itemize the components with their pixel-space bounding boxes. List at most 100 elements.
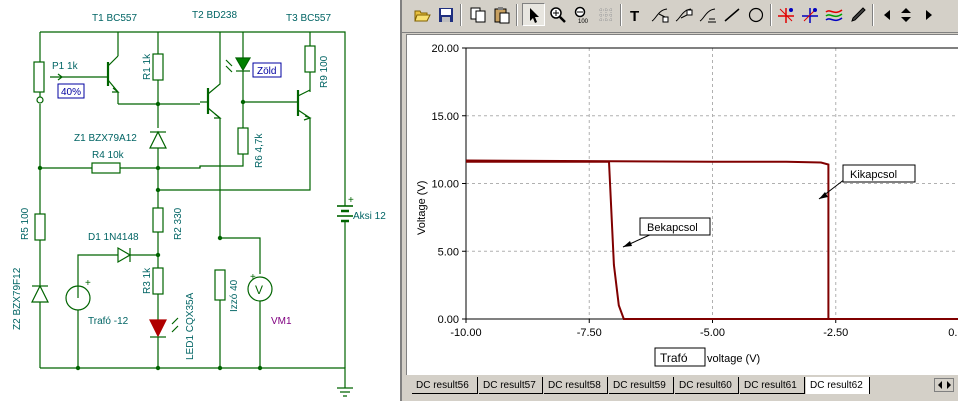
y-tick-label: 15.00 bbox=[431, 111, 459, 123]
tab-scroll-buttons[interactable] bbox=[934, 378, 954, 392]
label-d1: D1 1N4148 bbox=[88, 232, 139, 243]
analysis-window: 100 T -10.00 -7.50 -5.00 -2.50 0. 0.00 5… bbox=[402, 0, 958, 401]
text-icon: T bbox=[630, 8, 639, 24]
label-battery: Aksi 12 bbox=[353, 211, 386, 222]
grid-icon bbox=[599, 8, 613, 22]
label-r4: R4 10k bbox=[92, 150, 125, 161]
text-button[interactable]: T bbox=[624, 3, 647, 26]
plot-panel[interactable]: -10.00 -7.50 -5.00 -2.50 0.00 0.00 5.00 10.00 15… bbox=[406, 34, 958, 375]
marker-b-button[interactable] bbox=[798, 3, 821, 26]
label-source: Trafó -12 bbox=[88, 316, 129, 327]
cursor-c-button[interactable] bbox=[696, 3, 719, 26]
marker-b-icon bbox=[802, 8, 818, 23]
meter-plus-label: + bbox=[250, 272, 256, 283]
x-tick-label: -10.00 bbox=[450, 327, 481, 339]
tab-dc-result56[interactable]: DC result56 bbox=[412, 377, 478, 394]
tab-dc-result60[interactable]: DC result60 bbox=[675, 377, 739, 394]
tab-dc-result58[interactable]: DC result58 bbox=[544, 377, 608, 394]
label-p1: P1 1k bbox=[52, 61, 79, 72]
pen-button[interactable] bbox=[846, 3, 869, 26]
x-axis-unit-label: voltage (V) bbox=[707, 353, 760, 365]
cursor-c-icon bbox=[699, 8, 716, 23]
cursor-a-icon bbox=[651, 8, 669, 23]
annotation-kikapcsol[interactable]: Kikapcsol bbox=[818, 164, 916, 200]
pen-icon bbox=[851, 7, 866, 22]
tab-dc-result59[interactable]: DC result59 bbox=[609, 377, 674, 394]
curves-icon bbox=[825, 9, 843, 22]
circle-icon bbox=[748, 7, 764, 23]
label-r9: R9 100 bbox=[319, 55, 330, 88]
label-led1: LED1 CQX35A bbox=[185, 292, 196, 360]
y-tick-label: 20.00 bbox=[431, 43, 459, 55]
toolbar-separator bbox=[460, 4, 462, 26]
y-tick-label: 0.00 bbox=[438, 314, 459, 326]
label-z2: Z2 BZX79F12 bbox=[12, 267, 23, 330]
circuit-schematic: T1 BC557 T2 BD238 T3 BC557 P1 1k R1 1k R… bbox=[12, 10, 386, 397]
x-tick-label: -2.50 bbox=[823, 327, 848, 339]
label-t3: T3 BC557 bbox=[286, 13, 331, 24]
x-tick-label: -7.50 bbox=[577, 327, 602, 339]
zoom-100-icon: 100 bbox=[574, 6, 589, 24]
label-r6: R6 4,7k bbox=[254, 133, 265, 168]
arrow-updown-button[interactable] bbox=[894, 3, 917, 26]
annotation-kikapcsol-label: Kikapcsol bbox=[850, 169, 897, 181]
label-z1: Z1 BZX79A12 bbox=[74, 133, 137, 144]
tab-dc-result62[interactable]: DC result62 bbox=[806, 377, 870, 394]
zoom-in-button[interactable] bbox=[546, 3, 569, 26]
toolbar-separator bbox=[770, 4, 772, 26]
toolbar: 100 T bbox=[402, 0, 958, 33]
x-tick-label: 0.00 bbox=[948, 327, 958, 339]
grid-button[interactable] bbox=[594, 3, 617, 26]
x-tick-label: -5.00 bbox=[700, 327, 725, 339]
paste-icon bbox=[494, 7, 510, 24]
y-tick-label: 10.00 bbox=[431, 179, 459, 191]
toolbar-separator bbox=[620, 4, 622, 26]
x-axis-source-label: Trafó bbox=[660, 351, 688, 365]
open-icon bbox=[414, 10, 431, 22]
y-tick-label: 5.00 bbox=[438, 246, 459, 258]
marker-a-button[interactable] bbox=[774, 3, 797, 26]
save-icon bbox=[439, 8, 453, 22]
tab-dc-result61[interactable]: DC result61 bbox=[740, 377, 805, 394]
label-t2: T2 BD238 bbox=[192, 10, 237, 21]
pointer-icon bbox=[530, 8, 539, 23]
label-r2: R2 330 bbox=[173, 207, 184, 240]
curves-button[interactable] bbox=[822, 3, 845, 26]
zoom-in-icon bbox=[550, 7, 566, 23]
line-icon bbox=[724, 8, 740, 22]
pointer-button[interactable] bbox=[522, 3, 545, 26]
save-button[interactable] bbox=[434, 3, 457, 26]
label-lamp: Izzó 40 bbox=[229, 279, 240, 312]
open-button[interactable] bbox=[410, 3, 433, 26]
copy-button[interactable] bbox=[466, 3, 489, 26]
cursor-a-button[interactable] bbox=[648, 3, 671, 26]
annotation-bekapcsol[interactable]: Bekapcsol bbox=[622, 217, 711, 248]
annotation-bekapcsol-label: Bekapcsol bbox=[647, 222, 698, 234]
chart-ticks: -10.00 -7.50 -5.00 -2.50 0.00 0.00 5.00 10.00 15… bbox=[431, 43, 958, 339]
svg-text:100: 100 bbox=[578, 19, 589, 24]
tab-dc-result57[interactable]: DC result57 bbox=[479, 377, 543, 394]
label-t1: T1 BC557 bbox=[92, 13, 137, 24]
paste-button[interactable] bbox=[490, 3, 513, 26]
circle-button[interactable] bbox=[744, 3, 767, 26]
p1-value-label: 40% bbox=[61, 87, 81, 98]
zoom-100-button[interactable]: 100 bbox=[570, 3, 593, 26]
marker-a-icon bbox=[778, 8, 794, 23]
chevron-left-icon bbox=[938, 381, 951, 389]
cursor-b-button[interactable] bbox=[672, 3, 695, 26]
cursor-b-icon bbox=[675, 8, 693, 22]
arrow-right-button[interactable] bbox=[916, 3, 939, 26]
green-led-label: Zöld bbox=[257, 66, 276, 77]
line-button[interactable] bbox=[720, 3, 743, 26]
label-r3: R3 1k bbox=[142, 267, 153, 294]
result-tabs: DC result56 DC result57 DC result58 DC resu… bbox=[402, 376, 958, 401]
arrow-right-icon bbox=[926, 10, 932, 20]
label-r1: R1 1k bbox=[142, 53, 153, 80]
chart-grid bbox=[465, 47, 958, 320]
y-axis-label: Voltage (V) bbox=[416, 181, 428, 235]
arrow-updown-icon bbox=[901, 8, 911, 22]
dc-transfer-chart[interactable]: -10.00 -7.50 -5.00 -2.50 0.00 0.00 5.00 10.00 15… bbox=[407, 35, 958, 375]
source-plus-label: + bbox=[85, 278, 91, 289]
voltmeter-symbol: V bbox=[255, 283, 263, 297]
toolbar-separator bbox=[872, 4, 874, 26]
